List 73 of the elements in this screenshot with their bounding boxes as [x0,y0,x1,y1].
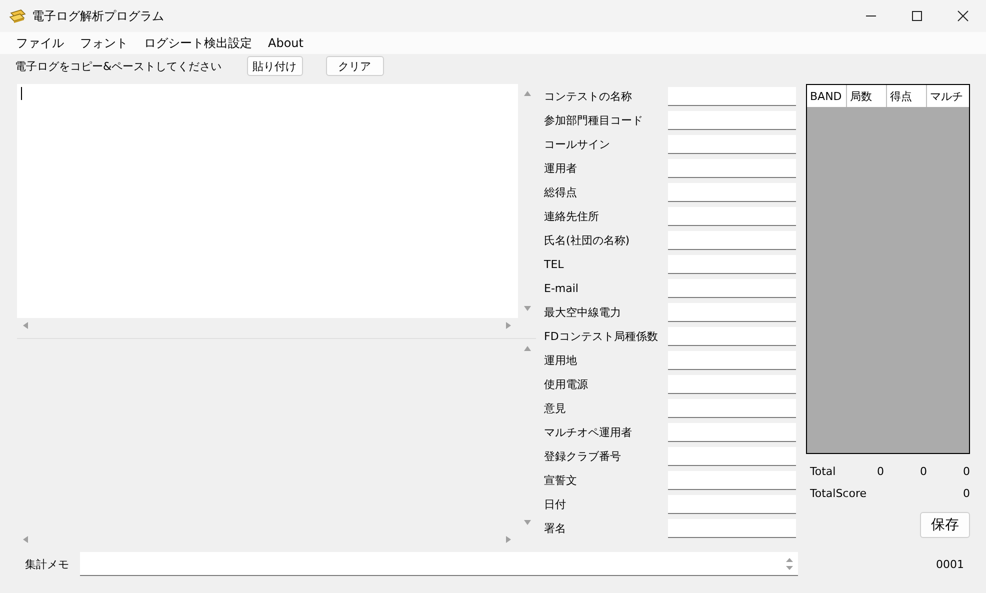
total-value: 0 [962,464,970,478]
scroll-right-icon[interactable] [505,321,512,330]
input-field[interactable] [668,86,796,106]
total-value: 0 [876,464,884,478]
total-score-label: TotalScore [810,486,868,500]
field-label: TEL [544,258,565,270]
text-caret [21,87,22,100]
field-label: 運用者 [544,160,578,176]
scroll-left-icon[interactable] [22,321,29,330]
column-header[interactable]: 得点 [887,85,927,107]
input-field[interactable] [668,374,796,394]
field-label: 氏名(社団の名称) [544,232,631,248]
notebook-icon [8,8,26,24]
input-field[interactable] [668,182,796,202]
input-field[interactable] [668,134,796,154]
field-label: 登録クラブ番号 [544,448,622,464]
menu-item[interactable]: フォント [72,34,136,52]
input-field[interactable] [668,326,796,346]
clear-button[interactable]: クリア [326,56,384,76]
total-value: 0 [919,464,927,478]
input-field[interactable] [668,398,796,418]
input-field[interactable] [668,254,796,274]
maximize-icon[interactable] [911,10,923,22]
field-label: 運用地 [544,352,578,368]
menu-item[interactable]: ファイル [8,34,72,52]
scroll-up-icon[interactable] [522,90,532,97]
field-label: 使用電源 [544,376,589,392]
input-field[interactable] [668,518,796,538]
field-label: マルチオペ運用者 [544,424,633,440]
scroll-up-icon[interactable] [522,345,532,352]
field-label: 連絡先住所 [544,208,600,224]
window-title: 電子ログ解析プログラム [32,8,164,24]
column-header[interactable]: マルチ [927,85,969,107]
field-label: コールサイン [544,136,611,152]
field-label: 総得点 [544,184,578,200]
menu-item[interactable]: About [260,36,312,50]
input-field[interactable] [668,446,796,466]
input-field[interactable] [668,350,796,370]
instruction-text: 電子ログをコピー&ペーストしてください [15,58,222,74]
field-label: 署名 [544,520,567,536]
memo-label: 集計メモ [25,556,70,572]
input-field[interactable] [668,494,796,514]
save-button[interactable]: 保存 [920,512,970,538]
scroll-right-icon[interactable] [505,535,512,544]
input-field[interactable] [668,158,796,178]
field-label: 日付 [544,496,567,512]
scroll-down-icon[interactable] [522,305,532,312]
close-icon[interactable] [957,10,969,22]
spin-arrows-icon[interactable] [785,556,794,570]
input-field[interactable] [668,110,796,130]
input-field[interactable] [668,278,796,298]
field-label: コンテストの名称 [544,88,633,104]
record-counter: 0001 [936,558,964,570]
paste-button[interactable]: 貼り付け [246,56,303,76]
input-field[interactable] [668,470,796,490]
field-label: 意見 [544,400,567,416]
field-label: 参加部門種目コード [544,112,644,128]
total-label: Total [810,464,837,478]
input-field[interactable] [668,302,796,322]
field-label: E-mail [544,282,580,294]
field-label: 宣誓文 [544,472,578,488]
field-label: 最大空中線電力 [544,304,622,320]
input-field[interactable] [668,230,796,250]
menu-item[interactable]: ログシート検出設定 [136,34,260,52]
input-field[interactable] [668,206,796,226]
field-label: FDコンテスト局種係数 [544,328,659,344]
scroll-left-icon[interactable] [22,535,29,544]
column-header[interactable]: 局数 [847,85,887,107]
column-header[interactable]: BAND [807,85,847,107]
memo-field[interactable] [80,552,798,576]
scroll-down-icon[interactable] [522,519,532,526]
total-score-value: 0 [962,486,970,500]
input-field[interactable] [668,422,796,442]
